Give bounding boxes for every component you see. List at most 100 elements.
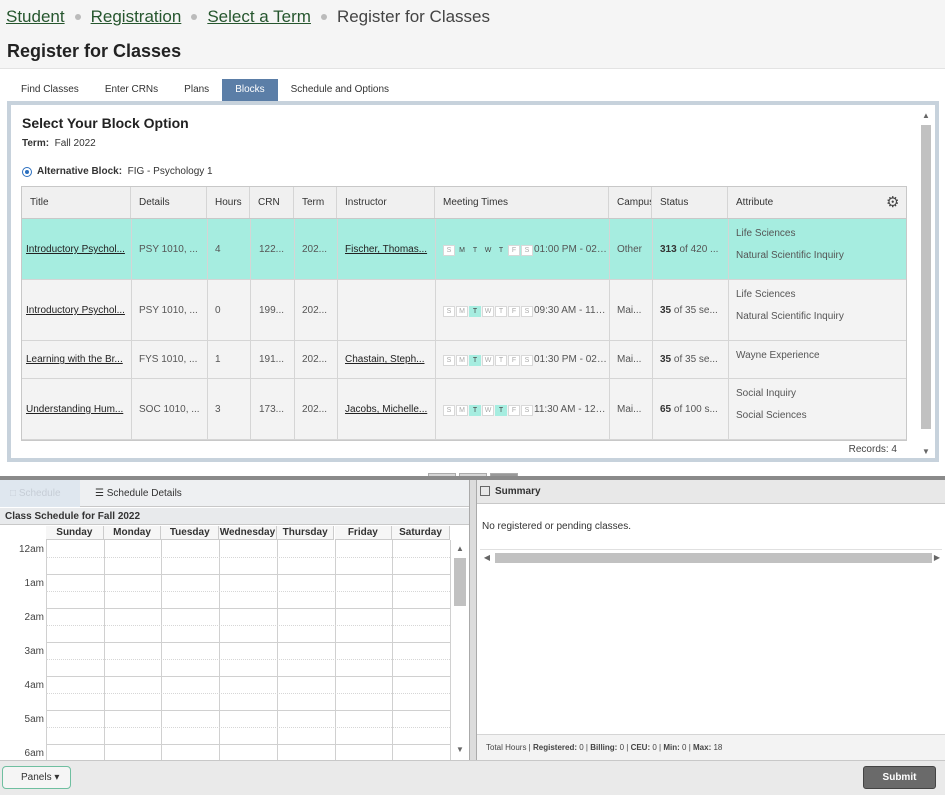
tab-find-classes[interactable]: Find Classes — [8, 79, 92, 101]
table-row[interactable]: Introductory Psychol... PSY 1010, ... 0 199… — [22, 280, 906, 341]
column-divider — [294, 280, 295, 340]
breadcrumb-student[interactable]: Student — [6, 7, 65, 27]
column-divider — [250, 219, 251, 279]
col-instructor[interactable]: Instructor — [337, 187, 435, 218]
summary-hscrollbar[interactable]: ◀ ▶ — [480, 549, 942, 565]
schedule-panel: □ Schedule ☰ Schedule Details Class Sche… — [0, 480, 469, 762]
meeting-day: W — [482, 306, 494, 317]
hour-label: 3am — [24, 646, 44, 657]
meeting-day: W — [482, 245, 494, 256]
scrollbar-thumb[interactable] — [921, 125, 931, 429]
scrollbar-thumb[interactable] — [495, 553, 932, 563]
tab-blocks[interactable]: Blocks — [222, 79, 278, 101]
course-hours: 0 — [215, 305, 221, 316]
scroll-right-icon[interactable]: ▶ — [932, 553, 942, 563]
status-capacity: of 35 se... — [671, 354, 718, 365]
caret-down-icon: ▾ — [54, 772, 60, 783]
panels-button[interactable]: Panels ▾ — [2, 766, 71, 789]
hour-label: 1am — [24, 578, 44, 589]
meeting-day: M — [456, 306, 468, 317]
meeting-day: M — [456, 405, 468, 416]
col-hours[interactable]: Hours — [207, 187, 250, 218]
column-divider — [435, 379, 436, 439]
column-divider — [728, 219, 729, 279]
col-term[interactable]: Term — [294, 187, 337, 218]
column-divider — [207, 219, 208, 279]
scroll-left-icon[interactable]: ◀ — [482, 553, 492, 563]
column-divider — [131, 280, 132, 340]
instructor-link[interactable]: Chastain, Steph... — [345, 354, 431, 365]
course-attribute: Social Sciences — [736, 410, 807, 421]
vertical-splitter[interactable] — [469, 480, 477, 760]
meeting-time: 01:00 PM - 02:15 — [534, 244, 608, 255]
schedule-scrollbar[interactable]: ▲ ▼ — [452, 540, 468, 760]
instructor-link[interactable]: Jacobs, Michelle... — [345, 404, 431, 415]
tab-enter-crns[interactable]: Enter CRNs — [92, 79, 171, 101]
col-attribute[interactable]: Attribute — [728, 187, 906, 218]
block-heading: Select Your Block Option — [22, 115, 189, 131]
alternative-block-value: FIG - Psychology 1 — [127, 166, 213, 177]
course-title-link[interactable]: Understanding Hum... — [26, 404, 126, 415]
status-enrolled: 313 — [660, 244, 677, 255]
column-divider — [609, 219, 610, 279]
meeting-day: M — [456, 245, 468, 256]
hour-label: 6am — [24, 748, 44, 759]
col-crn[interactable]: CRN — [250, 187, 294, 218]
course-hours: 1 — [215, 354, 221, 365]
scroll-down-icon[interactable]: ▼ — [921, 447, 931, 457]
column-divider — [131, 341, 132, 378]
col-meeting-times[interactable]: Meeting Times — [435, 187, 609, 218]
schedule-tabs: □ Schedule ☰ Schedule Details — [0, 480, 469, 507]
column-divider — [337, 219, 338, 279]
tab-schedule-options[interactable]: Schedule and Options — [278, 79, 402, 101]
footer-bar: Panels ▾ Submit — [0, 760, 945, 795]
table-row[interactable]: Learning with the Br... FYS 1010, ... 1 191… — [22, 341, 906, 379]
submit-button[interactable]: Submit — [863, 766, 936, 789]
day-header: Sunday — [46, 526, 104, 540]
ceu-label: CEU: — [630, 743, 651, 752]
column-divider — [609, 379, 610, 439]
max-label: Max: — [693, 743, 712, 752]
min-value: 0 — [682, 743, 687, 752]
half-hour-line — [46, 727, 450, 728]
course-term: 202... — [302, 354, 328, 365]
day-header: Friday — [334, 526, 393, 540]
summary-header: Summary — [477, 480, 945, 504]
course-status: 65 of 100 s... — [660, 404, 724, 415]
column-divider — [131, 219, 132, 279]
course-title-link[interactable]: Introductory Psychol... — [26, 305, 126, 316]
col-title[interactable]: Title — [22, 187, 131, 218]
instructor-link[interactable]: Fischer, Thomas... — [345, 244, 431, 255]
alternative-block-radio[interactable] — [22, 166, 32, 177]
col-details[interactable]: Details — [131, 187, 207, 218]
table-row[interactable]: Understanding Hum... SOC 1010, ... 3 173...… — [22, 379, 906, 440]
blocks-scrollbar[interactable]: ▲ ▼ — [919, 109, 933, 459]
course-title-link[interactable]: Learning with the Br... — [26, 354, 126, 365]
col-status[interactable]: Status — [652, 187, 728, 218]
col-campus[interactable]: Campus — [609, 187, 652, 218]
course-title-link[interactable]: Introductory Psychol... — [26, 244, 126, 255]
status-enrolled: 35 — [660, 354, 672, 365]
meeting-days: SMTWTFS — [443, 245, 534, 256]
status-enrolled: 65 — [660, 404, 672, 415]
scroll-up-icon[interactable]: ▲ — [921, 111, 931, 121]
column-divider — [609, 341, 610, 378]
scroll-down-icon[interactable]: ▼ — [455, 745, 465, 755]
scroll-up-icon[interactable]: ▲ — [455, 544, 465, 554]
alternative-block-row[interactable]: Alternative Block: FIG - Psychology 1 — [22, 166, 213, 177]
list-icon: ☰ — [95, 488, 104, 499]
course-details: PSY 1010, ... — [139, 244, 198, 255]
breadcrumb-select-term[interactable]: Select a Term — [207, 7, 311, 27]
meeting-day: T — [469, 405, 481, 416]
column-divider — [337, 341, 338, 378]
tab-schedule[interactable]: □ Schedule — [0, 480, 80, 507]
breadcrumb-separator — [191, 14, 198, 20]
table-row[interactable]: Introductory Psychol... PSY 1010, ... 4 122… — [22, 219, 906, 280]
gear-icon[interactable]: ⚙ — [886, 195, 902, 211]
tab-schedule-details[interactable]: ☰ Schedule Details — [85, 480, 182, 507]
breadcrumb-registration[interactable]: Registration — [91, 7, 182, 27]
meeting-days: SMTWTFS — [443, 355, 534, 366]
scrollbar-thumb[interactable] — [454, 558, 466, 606]
tab-plans[interactable]: Plans — [171, 79, 222, 101]
max-value: 18 — [713, 743, 723, 752]
